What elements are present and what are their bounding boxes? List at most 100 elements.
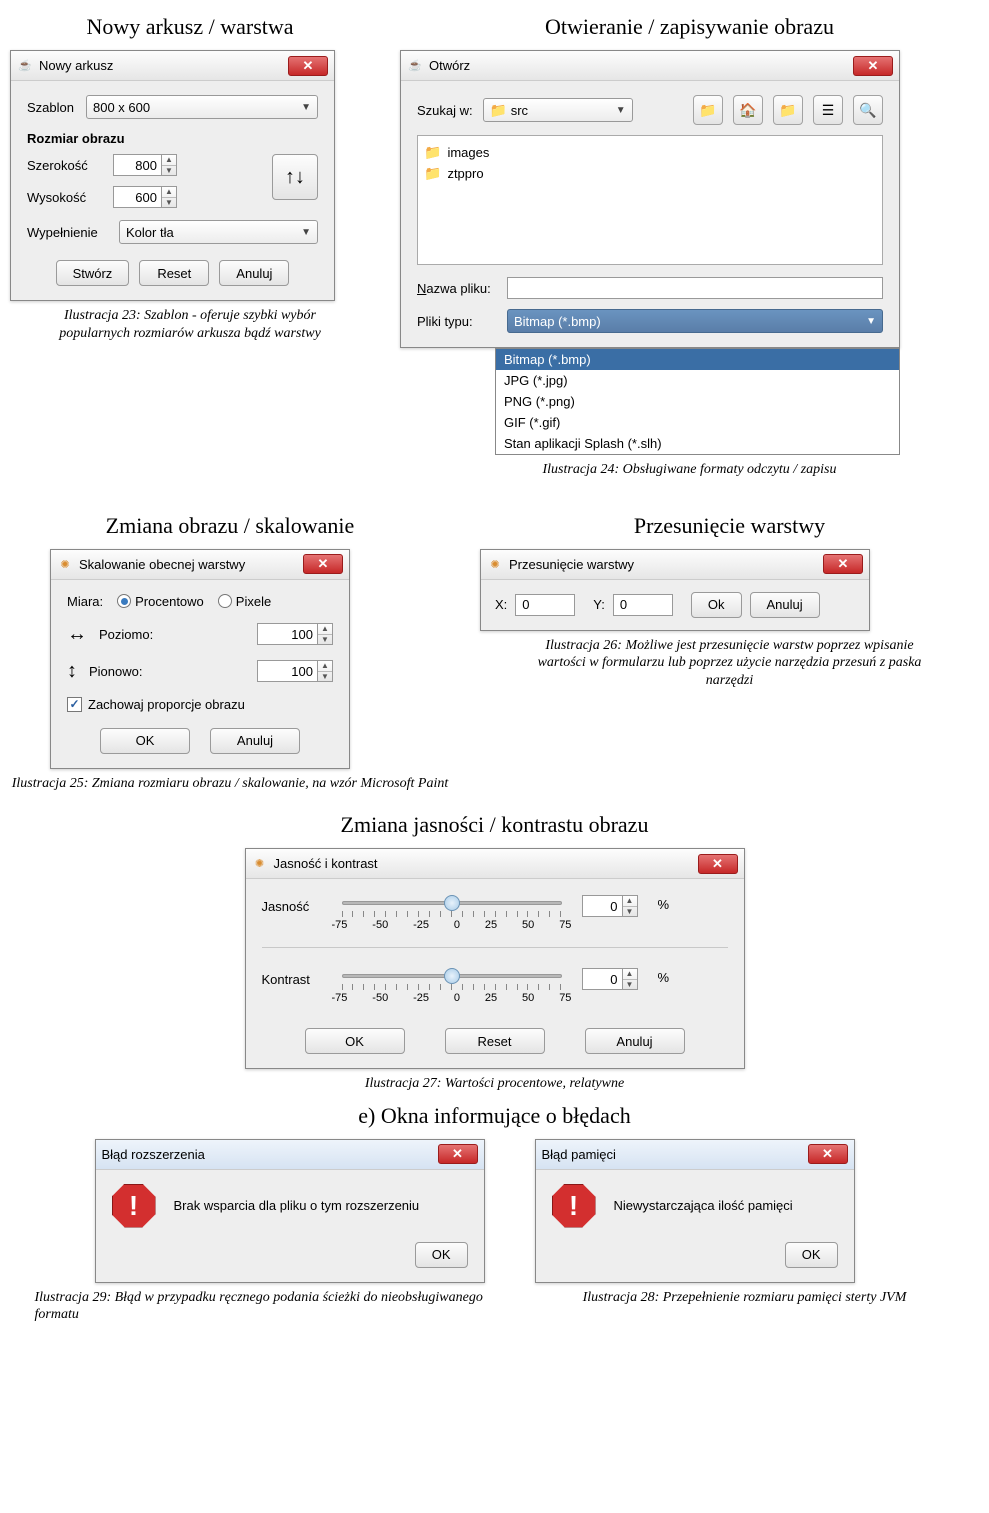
close-icon[interactable]: ✕ (823, 554, 863, 574)
percent-label: % (658, 893, 670, 912)
horizontal-icon: ↔ (67, 623, 87, 646)
err-ext-msg: Brak wsparcia dla pliku o tym rozszerzen… (174, 1198, 420, 1213)
list-item[interactable]: 📁images (424, 142, 876, 163)
ok-button[interactable]: Ok (691, 592, 742, 618)
szukaj-label: Szukaj w: (417, 103, 473, 118)
filetype-option[interactable]: Stan aplikacji Splash (*.slh) (496, 433, 899, 454)
typ-label: Pliki typu: (417, 314, 497, 329)
percent-label: % (658, 966, 670, 985)
heading-skal: Zmiana obrazu / skalowanie (10, 513, 450, 539)
ok-button[interactable]: OK (100, 728, 190, 754)
jasnosc-slider[interactable]: -75-50-250255075 (342, 893, 562, 929)
filetype-option[interactable]: GIF (*.gif) (496, 412, 899, 433)
wys-label: Wysokość (27, 190, 97, 205)
nazwa-input[interactable] (507, 277, 883, 299)
radio-procentowo[interactable]: Procentowo (117, 594, 204, 609)
caption-25: Ilustracja 25: Zmiana rozmiaru obrazu / … (12, 775, 448, 793)
window-err-mem: Błąd pamięci ✕ ! Niewystarczająca ilość … (535, 1139, 855, 1283)
poziomo-label: Poziomo: (99, 627, 169, 642)
error-icon: ! (552, 1184, 596, 1228)
caption-28: Ilustracja 28: Przepełnienie rozmiaru pa… (583, 1289, 907, 1307)
new-folder-icon[interactable]: 📁 (773, 95, 803, 125)
list-item[interactable]: 📁ztppro (424, 163, 876, 184)
window-skal: ✺ Skalowanie obecnej warstwy ✕ Miara: Pr… (50, 549, 350, 769)
filetype-dropdown[interactable]: Bitmap (*.bmp) JPG (*.jpg) PNG (*.png) G… (495, 348, 900, 455)
x-input[interactable] (515, 594, 575, 616)
wyp-label: Wypełnienie (27, 225, 107, 240)
folder-icon: 📁 (424, 165, 441, 182)
anuluj-button[interactable]: Anuluj (585, 1028, 685, 1054)
szablon-label: Szablon (27, 100, 74, 115)
folder-icon: 📁 (424, 144, 441, 161)
list-view-icon[interactable]: ☰ (813, 95, 843, 125)
close-icon[interactable]: ✕ (698, 854, 738, 874)
ok-button[interactable]: OK (415, 1242, 468, 1268)
title-skal: Skalowanie obecnej warstwy (79, 557, 297, 572)
typ-combo[interactable]: Bitmap (*.bmp)▼ (507, 309, 883, 333)
title-jas: Jasność i kontrast (274, 856, 692, 871)
jasnosc-spin[interactable]: ▲▼ (582, 895, 638, 917)
kontrast-slider[interactable]: -75-50-250255075 (342, 966, 562, 1002)
poziomo-spin[interactable]: ▲▼ (257, 623, 333, 645)
stworz-button[interactable]: Stwórz (56, 260, 130, 286)
reset-button[interactable]: Reset (445, 1028, 545, 1054)
close-icon[interactable]: ✕ (438, 1144, 478, 1164)
y-label: Y: (593, 597, 605, 612)
zachowaj-checkbox[interactable]: ✓ (67, 697, 82, 712)
nazwa-label: azwa pliku: (426, 281, 490, 296)
close-icon[interactable]: ✕ (288, 56, 328, 76)
heading-otwieranie: Otwieranie / zapisywanie obrazu (400, 14, 979, 40)
file-list[interactable]: 📁images 📁ztppro (417, 135, 883, 265)
heading-jas: Zmiana jasności / kontrastu obrazu (10, 812, 979, 838)
swap-dims-button[interactable]: ↑↓ (272, 154, 318, 200)
anuluj-button[interactable]: Anuluj (210, 728, 300, 754)
pionowo-spin[interactable]: ▲▼ (257, 660, 333, 682)
wys-spin[interactable]: ▲▼ (113, 186, 177, 208)
kontrast-spin[interactable]: ▲▼ (582, 968, 638, 990)
close-icon[interactable]: ✕ (808, 1144, 848, 1164)
home-icon[interactable]: 🏠 (733, 95, 763, 125)
reset-button[interactable]: Reset (139, 260, 209, 286)
title-otworz: Otwórz (429, 58, 847, 73)
java-icon: ✺ (57, 556, 73, 572)
title-err-mem: Błąd pamięci (542, 1147, 802, 1162)
anuluj-button[interactable]: Anuluj (219, 260, 289, 286)
anuluj-button[interactable]: Anuluj (750, 592, 820, 618)
filetype-option[interactable]: JPG (*.jpg) (496, 370, 899, 391)
ok-button[interactable]: OK (785, 1242, 838, 1268)
szukaj-combo[interactable]: 📁 src▼ (483, 98, 633, 122)
radio-pixele[interactable]: Pixele (218, 594, 271, 609)
close-icon[interactable]: ✕ (303, 554, 343, 574)
heading-bledy: e) Okna informujące o błędach (10, 1103, 979, 1129)
title-przes: Przesunięcie warstwy (509, 557, 817, 572)
window-err-ext: Błąd rozszerzenia ✕ ! Brak wsparcia dla … (95, 1139, 485, 1283)
error-icon: ! (112, 1184, 156, 1228)
filetype-option[interactable]: Bitmap (*.bmp) (496, 349, 899, 370)
title-err-ext: Błąd rozszerzenia (102, 1147, 432, 1162)
miara-label: Miara: (67, 594, 103, 609)
ok-button[interactable]: OK (305, 1028, 405, 1054)
caption-24: Ilustracja 24: Obsługiwane formaty odczy… (543, 461, 837, 479)
detail-view-icon[interactable]: 🔍 (853, 95, 883, 125)
window-nowy-arkusz: ☕ Nowy arkusz ✕ Szablon 800 x 600▼ Rozmi… (10, 50, 335, 301)
heading-przes: Przesunięcie warstwy (480, 513, 979, 539)
folder-icon: 📁 (490, 102, 507, 119)
szablon-combo[interactable]: 800 x 600▼ (86, 95, 318, 119)
filetype-option[interactable]: PNG (*.png) (496, 391, 899, 412)
java-icon: ☕ (17, 58, 33, 74)
vertical-icon: ↕ (67, 660, 77, 683)
szer-label: Szerokość (27, 158, 97, 173)
zachowaj-label: Zachowaj proporcje obrazu (88, 697, 245, 712)
rozmiar-label: Rozmiar obrazu (27, 131, 318, 146)
caption-29: Ilustracja 29: Błąd w przypadku ręcznego… (35, 1289, 495, 1324)
close-icon[interactable]: ✕ (853, 56, 893, 76)
y-input[interactable] (613, 594, 673, 616)
java-icon: ✺ (487, 556, 503, 572)
up-folder-icon[interactable]: 📁 (693, 95, 723, 125)
java-icon: ☕ (407, 58, 423, 74)
szer-spin[interactable]: ▲▼ (113, 154, 177, 176)
caption-26: Ilustracja 26: Możliwe jest przesunięcie… (535, 637, 925, 690)
title-nowy: Nowy arkusz (39, 58, 282, 73)
wyp-combo[interactable]: Kolor tła▼ (119, 220, 318, 244)
x-label: X: (495, 597, 507, 612)
